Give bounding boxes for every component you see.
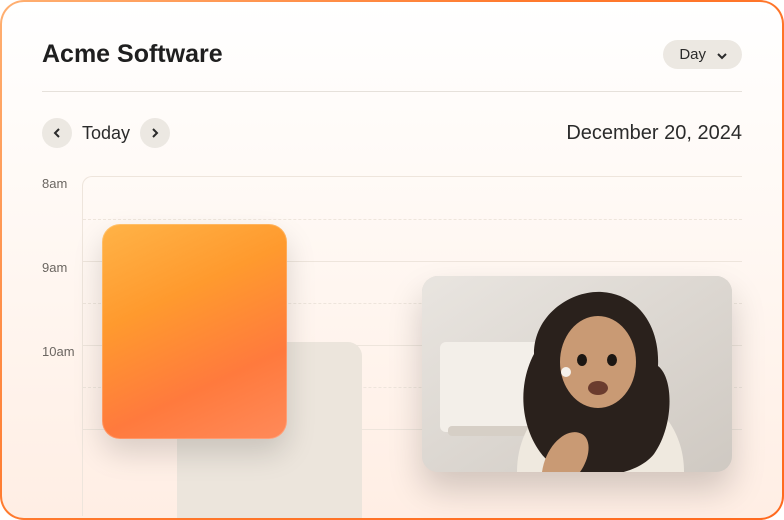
page-title: Acme Software bbox=[42, 40, 223, 69]
toolbar: Today December 20, 2024 bbox=[42, 118, 742, 148]
time-label: 10am bbox=[42, 344, 75, 359]
divider bbox=[42, 91, 742, 92]
prev-day-button[interactable] bbox=[42, 118, 72, 148]
app-card: Acme Software Day Today December 20, 202… bbox=[2, 2, 782, 518]
calendar-event-screenshare[interactable] bbox=[102, 224, 287, 439]
view-selector-label: Day bbox=[679, 46, 706, 63]
view-selector[interactable]: Day bbox=[663, 40, 742, 69]
toolbar-left: Today bbox=[42, 118, 170, 148]
next-day-button[interactable] bbox=[140, 118, 170, 148]
calendar: 8am 9am 10am bbox=[42, 176, 742, 516]
date-label: December 20, 2024 bbox=[566, 122, 742, 145]
today-label: Today bbox=[82, 123, 130, 144]
time-label: 8am bbox=[42, 176, 67, 191]
chevron-down-icon bbox=[716, 49, 728, 61]
app-frame: Acme Software Day Today December 20, 202… bbox=[0, 0, 784, 520]
video-participant-thumbnail[interactable] bbox=[422, 276, 732, 472]
chevron-left-icon bbox=[51, 127, 63, 139]
grid-line bbox=[83, 219, 742, 220]
time-label: 9am bbox=[42, 260, 67, 275]
chevron-right-icon bbox=[149, 127, 161, 139]
header: Acme Software Day bbox=[42, 40, 742, 69]
person-icon bbox=[422, 276, 732, 472]
